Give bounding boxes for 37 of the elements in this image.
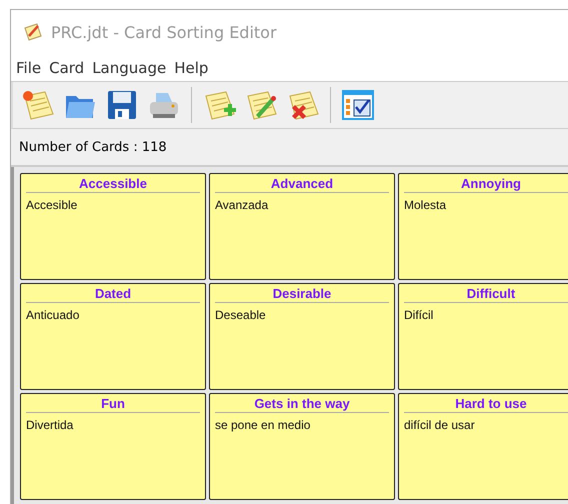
card-count: Number of Cards : 118 xyxy=(19,140,167,154)
card-term: Fun xyxy=(26,396,200,413)
menu-item[interactable]: Help xyxy=(174,58,208,76)
card-translation: Deseable xyxy=(215,308,267,322)
card-term: Difficult xyxy=(404,286,568,303)
card-translation: Anticuado xyxy=(26,308,80,322)
card[interactable]: Desirable Deseable xyxy=(209,283,395,390)
card[interactable]: Dated Anticuado xyxy=(20,283,206,390)
card[interactable]: Gets in the way se pone en medio xyxy=(209,393,395,500)
card-translation: Difícil xyxy=(404,308,434,322)
card[interactable]: Accessible Accesible xyxy=(20,173,206,280)
menu-item[interactable]: Language xyxy=(92,58,166,76)
card-term: Dated xyxy=(26,286,200,303)
card-term: Hard to use xyxy=(404,396,568,413)
save-icon xyxy=(105,88,139,122)
new-card-icon xyxy=(21,88,55,122)
card[interactable]: Fun Divertida xyxy=(20,393,206,500)
card-term: Accessible xyxy=(26,176,200,193)
card-translation: difícil de usar xyxy=(404,418,476,432)
menu-item[interactable]: File xyxy=(16,58,42,76)
card-translation: se pone en medio xyxy=(215,418,312,432)
app-icon xyxy=(23,22,43,42)
card[interactable]: Advanced Avanzada xyxy=(209,173,395,280)
card[interactable]: Hard to use difícil de usar xyxy=(398,393,568,500)
card-term: Desirable xyxy=(215,286,389,303)
checklist-icon xyxy=(341,88,375,122)
card-term: Gets in the way xyxy=(215,396,389,413)
card-translation: Molesta xyxy=(404,198,448,212)
card-term: Annoying xyxy=(404,176,568,193)
card[interactable]: Annoying Molesta xyxy=(398,173,568,280)
menu-item[interactable]: Card xyxy=(49,58,84,76)
card[interactable]: Difficult Difícil xyxy=(398,283,568,390)
card-translation: Avanzada xyxy=(215,198,270,212)
card-term: Advanced xyxy=(215,176,389,193)
card-translation: Accesible xyxy=(26,198,78,212)
window-title: PRC.jdt - Card Sorting Editor xyxy=(51,22,277,42)
card-translation: Divertida xyxy=(26,418,74,432)
